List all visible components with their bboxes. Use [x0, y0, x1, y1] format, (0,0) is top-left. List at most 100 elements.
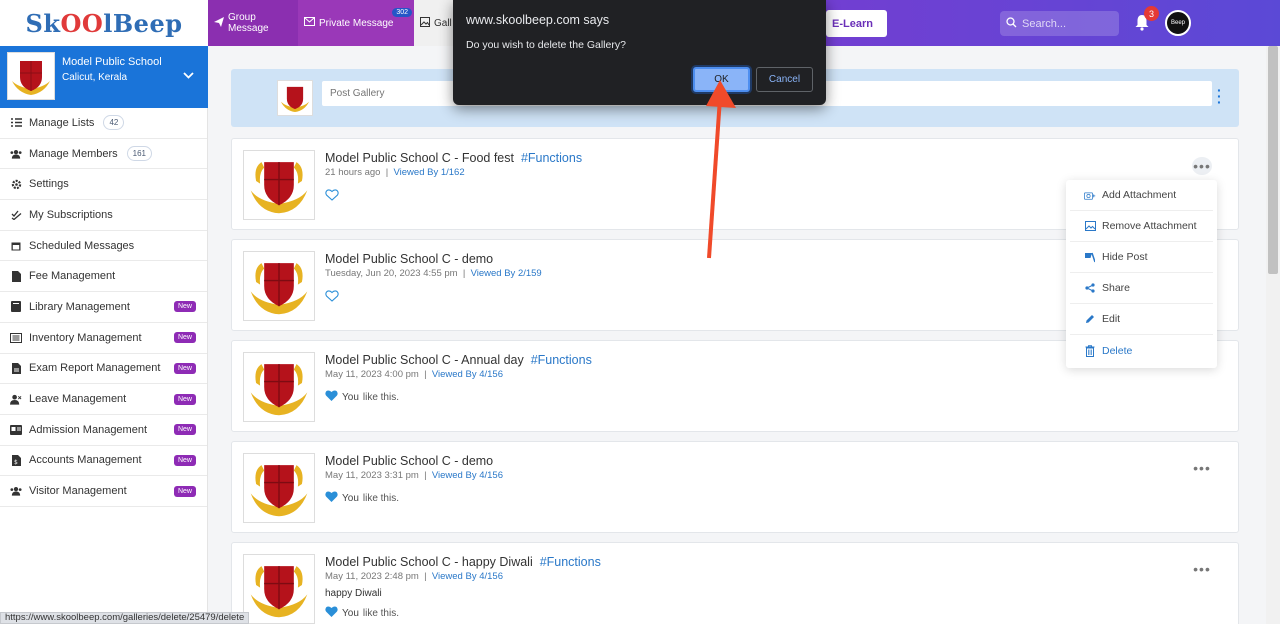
user-leave-icon: [10, 393, 22, 405]
menu-item-hide-post[interactable]: Hide Post: [1070, 242, 1213, 273]
elearn-button[interactable]: E-Learn: [826, 10, 887, 37]
menu-item-delete[interactable]: Delete: [1070, 335, 1213, 366]
viewed-by-link[interactable]: Viewed By 4/156: [432, 369, 503, 380]
heart-filled-icon[interactable]: [325, 606, 338, 620]
sidebar-item-label: Accounts Management: [29, 454, 142, 467]
tab-private-message[interactable]: Private Message 302: [298, 0, 414, 46]
heart-outline-icon[interactable]: [325, 290, 339, 302]
notification-count: 3: [1144, 6, 1159, 21]
post-title[interactable]: Model Public School C - Annual day #Func…: [325, 353, 592, 367]
scrollbar-thumb[interactable]: [1268, 46, 1278, 274]
calendar-icon: [10, 240, 22, 252]
post-card: Model Public School C - demo May 11, 2023…: [231, 441, 1239, 533]
post-body: happy Diwali: [325, 588, 382, 599]
menu-item-remove-attachment[interactable]: Remove Attachment: [1070, 211, 1213, 242]
heart-outline-icon[interactable]: [325, 189, 339, 201]
more-options-icon[interactable]: •••: [1192, 459, 1212, 477]
school-name: Model Public School: [62, 56, 162, 68]
new-badge: New: [173, 424, 196, 436]
post-title[interactable]: Model Public School C - demo: [325, 252, 493, 266]
sidebar-item-label: Manage Members: [29, 147, 118, 160]
like-row: You like this.: [325, 606, 399, 620]
hide-icon: [1084, 252, 1096, 263]
status-bar-url: https://www.skoolbeep.com/galleries/dele…: [0, 612, 250, 624]
new-badge: New: [173, 301, 196, 313]
school-location: Calicut, Kerala: [62, 72, 128, 83]
more-vertical-icon[interactable]: · · ·: [1217, 83, 1222, 109]
new-badge: New: [173, 362, 196, 374]
school-crest-icon: [243, 554, 315, 624]
sidebar-item-leave-management[interactable]: Leave Management New: [0, 384, 207, 415]
trash-icon: [1084, 344, 1096, 357]
admission-icon: [10, 424, 22, 436]
menu-item-share[interactable]: Share: [1070, 273, 1213, 304]
new-badge: New: [173, 485, 196, 497]
sidebar-item-admission-management[interactable]: Admission Management New: [0, 415, 207, 446]
post-tag[interactable]: #Functions: [521, 151, 582, 165]
post-meta: Tuesday, Jun 20, 2023 4:55 pm | Viewed B…: [325, 268, 542, 279]
post-title[interactable]: Model Public School C - Food fest #Funct…: [325, 151, 582, 165]
search-input[interactable]: [1022, 17, 1112, 30]
school-crest-icon: [243, 251, 315, 321]
post-meta: May 11, 2023 3:31 pm | Viewed By 4/156: [325, 470, 503, 481]
sidebar-item-exam-report-management[interactable]: Exam Report Management New: [0, 354, 207, 385]
sidebar-item-manage-lists[interactable]: Manage Lists 42: [0, 108, 207, 139]
visitors-icon: [10, 485, 22, 497]
post-tag[interactable]: #Functions: [540, 555, 601, 569]
logo-area[interactable]: SkOOlBeep: [0, 0, 208, 46]
confirm-dialog: www.skoolbeep.com says Do you wish to de…: [453, 0, 826, 105]
school-crest-icon: [243, 453, 315, 523]
more-options-icon[interactable]: •••: [1192, 560, 1212, 578]
arrow-annotation-icon: [706, 80, 736, 259]
school-selector[interactable]: Model Public School Calicut, Kerala: [0, 46, 208, 108]
image-icon: [1084, 221, 1096, 231]
sidebar-item-accounts-management[interactable]: $ Accounts Management New: [0, 446, 207, 477]
post-tag[interactable]: #Functions: [531, 353, 592, 367]
viewed-by-link[interactable]: Viewed By 4/156: [432, 470, 503, 481]
search-box[interactable]: [1000, 11, 1119, 36]
like-row: You like this.: [325, 491, 399, 505]
search-icon: [1006, 16, 1017, 31]
avatar[interactable]: Beep: [1165, 10, 1191, 36]
heart-filled-icon[interactable]: [325, 491, 338, 505]
report-icon: [10, 362, 22, 374]
sidebar-item-visitor-management[interactable]: Visitor Management New: [0, 476, 207, 507]
post-title[interactable]: Model Public School C - happy Diwali #Fu…: [325, 555, 601, 569]
menu-item-edit[interactable]: Edit: [1070, 304, 1213, 335]
sidebar-item-settings[interactable]: Settings: [0, 169, 207, 201]
post-title[interactable]: Model Public School C - demo: [325, 454, 493, 468]
sidebar-item-inventory-management[interactable]: Inventory Management New: [0, 323, 207, 354]
new-badge: New: [173, 454, 196, 466]
menu-item-add-attachment[interactable]: Add Attachment: [1070, 180, 1213, 211]
pencil-icon: [1084, 314, 1096, 324]
school-crest-icon: [243, 352, 315, 422]
logo[interactable]: SkOOlBeep: [25, 9, 182, 38]
envelope-icon: [304, 17, 315, 29]
like-row: You like this.: [325, 390, 399, 404]
list-icon: [10, 117, 22, 129]
sidebar-item-label: Exam Report Management: [29, 362, 161, 375]
viewed-by-link[interactable]: Viewed By 4/156: [432, 571, 503, 582]
sidebar-item-manage-members[interactable]: Manage Members 161: [0, 139, 207, 170]
tab-group-message[interactable]: Group Message: [208, 0, 298, 46]
svg-text:$: $: [14, 459, 18, 466]
sidebar-item-library-management[interactable]: Library Management New: [0, 292, 207, 323]
more-options-icon[interactable]: •••: [1192, 157, 1212, 175]
new-badge: New: [173, 332, 196, 344]
viewed-by-link[interactable]: Viewed By 2/159: [471, 268, 542, 279]
sidebar-item-label: Fee Management: [29, 270, 116, 283]
page-scrollbar[interactable]: [1266, 46, 1280, 624]
chevron-down-icon[interactable]: [183, 68, 194, 82]
sidebar-item-fee-management[interactable]: Fee Management: [0, 261, 207, 293]
viewed-by-link[interactable]: Viewed By 1/162: [394, 167, 465, 178]
cancel-button[interactable]: Cancel: [756, 67, 813, 92]
sidebar-item-label: Library Management: [29, 300, 130, 313]
users-icon: [10, 148, 22, 160]
sidebar-item-label: Manage Lists: [29, 116, 95, 129]
sidebar-item-my-subscriptions[interactable]: My Subscriptions: [0, 200, 207, 231]
file-icon: [10, 270, 22, 282]
sidebar-item-scheduled-messages[interactable]: Scheduled Messages: [0, 231, 207, 262]
heart-filled-icon[interactable]: [325, 390, 338, 404]
tab-gallery[interactable]: Gall: [414, 0, 454, 46]
sidebar: Manage Lists 42 Manage Members 161 Settings M…: [0, 108, 208, 624]
